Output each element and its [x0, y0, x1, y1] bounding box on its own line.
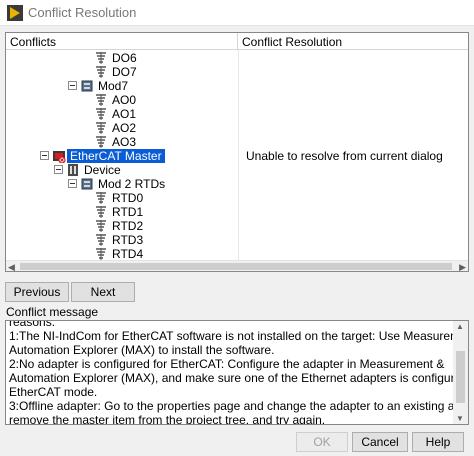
conflict-message-text: reasons: 1:The NI-IndCom for EtherCAT so…	[9, 320, 469, 425]
tree-item-label: RTD1	[112, 205, 144, 219]
tree-item-ao2[interactable]: AO2	[6, 121, 238, 135]
module-icon	[81, 178, 93, 190]
tree-item-mod7[interactable]: Mod7	[6, 79, 238, 93]
tree-item-ao0[interactable]: AO0	[6, 93, 238, 107]
window-title: Conflict Resolution	[28, 5, 137, 20]
tree-item-label: Device	[84, 163, 121, 177]
message-line: Automation Explorer (MAX) to install the…	[9, 343, 275, 357]
module-icon	[81, 80, 93, 92]
column-header-conflicts[interactable]: Conflicts	[6, 33, 238, 50]
tree-item-do6[interactable]: DO6	[6, 51, 238, 65]
io-channel-icon	[96, 192, 106, 204]
io-channel-icon	[96, 66, 106, 78]
scroll-up-icon[interactable]: ▲	[456, 322, 464, 331]
help-button[interactable]: Help	[412, 432, 464, 452]
scroll-down-icon[interactable]: ▼	[456, 414, 464, 423]
horizontal-scrollbar[interactable]: ◀ ▶	[6, 260, 468, 271]
collapse-toggle[interactable]	[68, 179, 77, 188]
tree-item-label: DO7	[112, 65, 137, 79]
tree-item-device[interactable]: Device	[6, 163, 238, 177]
io-channel-icon	[96, 248, 106, 260]
tree-item-rtd1[interactable]: RTD1	[6, 205, 238, 219]
conflict-message-box[interactable]: reasons: 1:The NI-IndCom for EtherCAT so…	[5, 320, 469, 425]
message-line: 3:Offline adapter: Go to the properties …	[9, 399, 469, 413]
tree-item-rtd2[interactable]: RTD2	[6, 219, 238, 233]
collapse-toggle[interactable]	[54, 165, 63, 174]
tree-item-label: Mod 2 RTDs	[98, 177, 166, 191]
scroll-right-icon[interactable]: ▶	[459, 262, 466, 271]
title-bar: Conflict Resolution	[0, 0, 474, 26]
tree-item-label: RTD2	[112, 219, 144, 233]
tree-item-label: AO3	[112, 135, 137, 149]
tree-item-mod2[interactable]: Mod 2 RTDs	[6, 177, 238, 191]
tree-item-do7[interactable]: DO7	[6, 65, 238, 79]
tree-item-label: DO6	[112, 51, 137, 65]
column-header-resolution[interactable]: Conflict Resolution	[238, 33, 468, 50]
message-line: remove the master item from the project …	[9, 413, 326, 425]
conflict-message-label: Conflict message	[6, 305, 99, 319]
message-line: reasons:	[9, 320, 56, 329]
message-line: EtherCAT mode.	[9, 385, 98, 399]
message-line: 1:The NI-IndCom for EtherCAT software is…	[9, 329, 469, 343]
scrollbar-thumb[interactable]	[456, 351, 465, 403]
scroll-left-icon[interactable]: ◀	[8, 262, 15, 271]
message-line: 2:No adapter is configured for EtherCAT:…	[9, 357, 445, 371]
io-channel-icon	[96, 122, 106, 134]
tree-item-label: AO2	[112, 121, 137, 135]
tree-item-rtd4[interactable]: RTD4	[6, 247, 238, 261]
labview-arrow-icon	[7, 5, 23, 21]
previous-button[interactable]: Previous	[5, 282, 69, 302]
io-channel-icon	[96, 220, 106, 232]
tree-item-label-selected: EtherCAT Master	[67, 149, 165, 163]
tree-item-label: AO1	[112, 107, 137, 121]
io-channel-icon	[96, 52, 106, 64]
collapse-toggle[interactable]	[68, 81, 77, 90]
tree-item-ethercat-master[interactable]: EtherCAT Master	[6, 149, 238, 163]
io-channel-icon	[96, 206, 106, 218]
device-icon	[68, 164, 78, 176]
vertical-scrollbar[interactable]: ▲ ▼	[453, 321, 468, 424]
io-channel-icon	[96, 108, 106, 120]
tree-item-rtd3[interactable]: RTD3	[6, 233, 238, 247]
conflicts-table[interactable]: Conflicts Conflict Resolution DO6 DO7 Mo…	[5, 32, 469, 272]
collapse-toggle[interactable]	[40, 151, 49, 160]
tree-item-label: RTD0	[112, 191, 144, 205]
message-line: Automation Explorer (MAX), and make sure…	[9, 371, 469, 385]
io-channel-icon	[96, 136, 106, 148]
tree-item-label: RTD4	[112, 247, 144, 261]
resolution-cell: Unable to resolve from current dialog	[246, 149, 443, 163]
tree-item-label: RTD3	[112, 233, 144, 247]
tree-item-ao3[interactable]: AO3	[6, 135, 238, 149]
tree-item-label: AO0	[112, 93, 137, 107]
scrollbar-thumb[interactable]	[20, 263, 452, 270]
tree-item-label: Mod7	[98, 79, 129, 93]
cancel-button[interactable]: Cancel	[352, 432, 408, 452]
io-channel-icon	[96, 94, 106, 106]
tree-item-rtd0[interactable]: RTD0	[6, 191, 238, 205]
io-channel-icon	[96, 234, 106, 246]
column-divider	[238, 50, 239, 260]
next-button[interactable]: Next	[71, 282, 135, 302]
ok-button[interactable]: OK	[296, 432, 348, 452]
ethercat-master-icon	[53, 151, 66, 163]
tree-item-ao1[interactable]: AO1	[6, 107, 238, 121]
